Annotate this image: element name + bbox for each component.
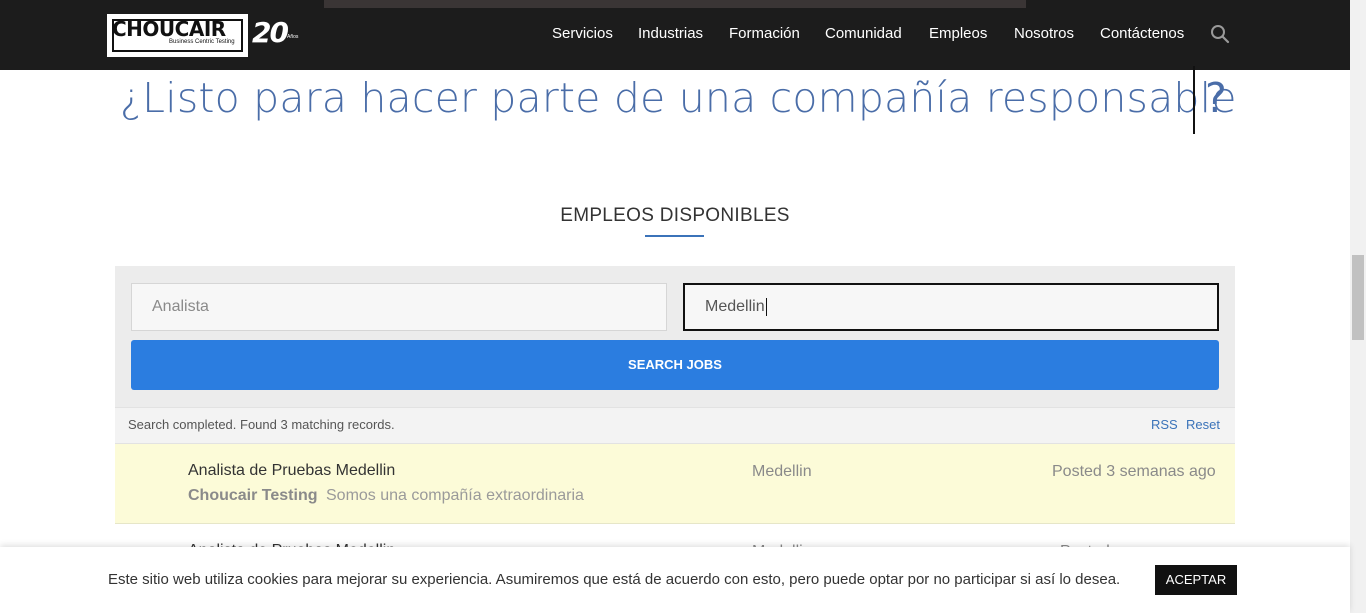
cookie-message: Este sitio web utiliza cookies para mejo… xyxy=(108,571,1121,588)
job-tagline: Somos una compañía extraordinaria xyxy=(326,487,584,504)
scrollbar-thumb[interactable] xyxy=(1352,255,1364,340)
nav-nosotros[interactable]: Nosotros xyxy=(1014,25,1074,45)
logo-box: CHOUCAIR Business Centric Testing xyxy=(107,14,248,57)
reset-link[interactable]: Reset xyxy=(1186,417,1220,432)
video-strip xyxy=(324,0,1026,8)
nav-formacion[interactable]: Formación xyxy=(729,25,800,45)
location-input-value: Medellin xyxy=(705,298,765,315)
search-jobs-button[interactable]: SEARCH JOBS xyxy=(131,340,1219,390)
job-title[interactable]: Analista de Pruebas Medellin xyxy=(188,462,395,480)
location-input[interactable]: Medellin xyxy=(683,283,1219,331)
nav-empleos[interactable]: Empleos xyxy=(929,25,987,45)
nav-industrias[interactable]: Industrias xyxy=(638,25,703,45)
logo-anniversary-sub: Años xyxy=(287,34,299,40)
nav-servicios[interactable]: Servicios xyxy=(552,25,613,45)
text-cursor xyxy=(765,297,767,316)
nav-contactenos[interactable]: Contáctenos xyxy=(1100,25,1184,45)
search-icon[interactable] xyxy=(1210,24,1230,44)
search-status-text: Search completed. Found 3 matching recor… xyxy=(128,417,395,432)
section-title: EMPLEOS DISPONIBLES xyxy=(560,205,790,226)
title-underline xyxy=(645,235,704,237)
site-logo[interactable]: CHOUCAIR Business Centric Testing 20 Año… xyxy=(107,14,303,57)
nav-comunidad[interactable]: Comunidad xyxy=(825,25,902,45)
logo-anniversary: 20 xyxy=(252,16,289,49)
keywords-input[interactable]: Analista xyxy=(131,283,667,331)
job-posted-date: Posted 3 semanas ago xyxy=(1052,463,1216,480)
logo-wordmark: CHOUCAIR xyxy=(112,17,226,41)
hero-headline: ¿Listo para hacer parte de una compañía … xyxy=(120,74,1237,122)
job-location: Medellin xyxy=(752,463,812,480)
hero-question-mark: ? xyxy=(1205,74,1227,122)
typing-caret xyxy=(1193,66,1195,134)
cookie-accept-button[interactable]: ACEPTAR xyxy=(1155,565,1237,595)
job-listing-row[interactable] xyxy=(115,444,1235,524)
logo-tagline: Business Centric Testing xyxy=(169,39,235,45)
rss-link[interactable]: RSS xyxy=(1151,417,1178,432)
job-company: Choucair Testing xyxy=(188,487,318,504)
